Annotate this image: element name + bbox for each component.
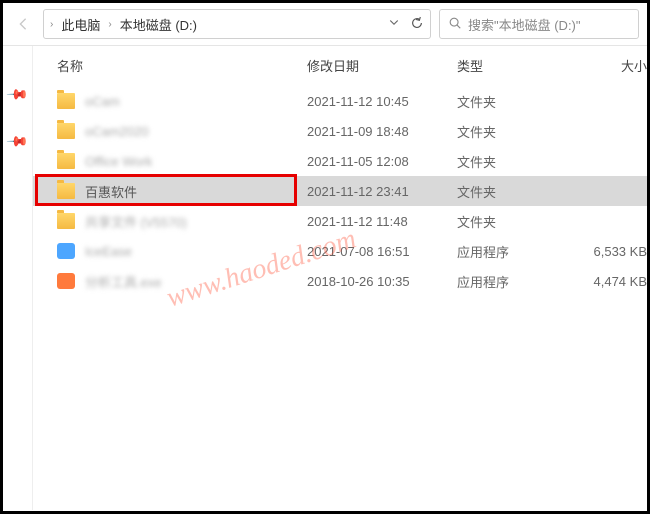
file-type: 应用程序 (457, 242, 567, 261)
file-row[interactable]: oCam20202021-11-09 18:48文件夹 (33, 116, 647, 146)
column-headers: 名称 修改日期 类型 大小 (33, 46, 647, 86)
file-date: 2021-11-09 18:48 (307, 124, 457, 139)
file-name: 共享文件 (V5570) (85, 212, 307, 231)
file-name: 分析工具.exe (85, 272, 307, 291)
main: 📌 📌 名称 修改日期 类型 大小 oCam2021-11-12 10:45文件… (3, 46, 647, 510)
breadcrumb-item[interactable]: 本地磁盘 (D:) (116, 13, 201, 36)
chevron-right-icon: › (50, 19, 53, 30)
breadcrumb-item[interactable]: 此电脑 (57, 13, 104, 36)
file-type: 应用程序 (457, 272, 567, 291)
file-name: Office Work (85, 154, 307, 169)
chevron-right-icon: › (108, 19, 111, 30)
file-type: 文件夹 (457, 212, 567, 231)
file-size: 6,533 KB (567, 244, 647, 259)
file-row[interactable]: Office Work2021-11-05 12:08文件夹 (33, 146, 647, 176)
search-icon (448, 16, 462, 33)
pin-icon[interactable]: 📌 (5, 82, 29, 106)
pin-icon[interactable]: 📌 (5, 129, 29, 153)
toolbar: › 此电脑 › 本地磁盘 (D:) 搜索"本地磁盘 (D:)" (3, 3, 647, 46)
folder-icon (57, 153, 75, 169)
file-row[interactable]: 百惠软件2021-11-12 23:41文件夹 (33, 176, 647, 206)
file-name: oCam (85, 94, 307, 109)
file-row[interactable]: 共享文件 (V5570)2021-11-12 11:48文件夹 (33, 206, 647, 236)
file-type: 文件夹 (457, 92, 567, 111)
search-input[interactable]: 搜索"本地磁盘 (D:)" (439, 9, 639, 39)
app-icon (57, 243, 75, 259)
folder-icon (57, 93, 75, 109)
file-type: 文件夹 (457, 182, 567, 201)
file-date: 2021-11-12 23:41 (307, 184, 457, 199)
file-row[interactable]: IceEase2021-07-08 16:51应用程序6,533 KB (33, 236, 647, 266)
header-name[interactable]: 名称 (57, 56, 307, 75)
folder-icon (57, 183, 75, 199)
header-date[interactable]: 修改日期 (307, 56, 457, 75)
refresh-icon[interactable] (410, 16, 424, 33)
file-type: 文件夹 (457, 122, 567, 141)
search-placeholder: 搜索"本地磁盘 (D:)" (468, 15, 581, 34)
app-icon (57, 273, 75, 289)
file-date: 2021-11-12 11:48 (307, 214, 457, 229)
header-type[interactable]: 类型 (457, 56, 567, 75)
file-name: 百惠软件 (85, 182, 307, 201)
sidebar: 📌 📌 (3, 46, 33, 510)
file-type: 文件夹 (457, 152, 567, 171)
file-row[interactable]: oCam2021-11-12 10:45文件夹 (33, 86, 647, 116)
folder-icon (57, 213, 75, 229)
file-size: 4,474 KB (567, 274, 647, 289)
file-name: oCam2020 (85, 124, 307, 139)
chevron-down-icon[interactable] (388, 16, 400, 33)
file-date: 2018-10-26 10:35 (307, 274, 457, 289)
file-name: IceEase (85, 244, 307, 259)
file-list: 名称 修改日期 类型 大小 oCam2021-11-12 10:45文件夹oCa… (33, 46, 647, 510)
file-date: 2021-11-05 12:08 (307, 154, 457, 169)
file-row[interactable]: 分析工具.exe2018-10-26 10:35应用程序4,474 KB (33, 266, 647, 296)
back-button[interactable] (11, 12, 35, 36)
file-date: 2021-07-08 16:51 (307, 244, 457, 259)
file-date: 2021-11-12 10:45 (307, 94, 457, 109)
header-size[interactable]: 大小 (567, 56, 647, 75)
breadcrumb[interactable]: › 此电脑 › 本地磁盘 (D:) (43, 9, 431, 39)
folder-icon (57, 123, 75, 139)
